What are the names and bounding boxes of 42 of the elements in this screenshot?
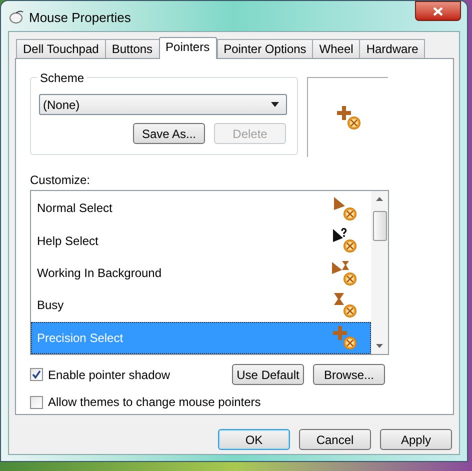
check-icon <box>32 370 41 379</box>
item-label: Help Select <box>37 232 98 250</box>
dropdown-value: (None) <box>43 96 80 114</box>
button[interactable]: Save As... <box>133 123 205 144</box>
help-cursor-icon <box>331 228 357 254</box>
tab[interactable]: Dell Touchpad <box>16 39 106 58</box>
tab[interactable]: Pointers <box>158 37 217 59</box>
arrow-hourglass-cursor-icon <box>331 260 357 286</box>
crosshair-cursor-icon <box>331 325 357 350</box>
list-item[interactable]: Help Select <box>31 224 371 257</box>
scroll-up-icon <box>376 197 383 201</box>
scroll-down-icon <box>376 344 383 348</box>
checkbox[interactable]: Allow themes to change mouse pointers <box>30 393 439 411</box>
tab[interactable]: Pointer Options <box>216 39 314 58</box>
item-label: Normal Select <box>37 200 112 218</box>
dropdown-arrow-icon <box>271 102 279 107</box>
button[interactable]: OK <box>218 429 290 450</box>
checkbox[interactable]: Enable pointer shadow <box>30 366 232 384</box>
button[interactable]: Cancel <box>299 429 371 450</box>
item-label: Working In Background <box>37 265 162 282</box>
window-title: Mouse Properties <box>29 9 131 27</box>
scrollbar[interactable] <box>371 191 388 354</box>
scroll-thumb[interactable] <box>372 211 386 241</box>
list-item[interactable]: Normal Select <box>31 192 371 224</box>
scheme-dropdown[interactable]: (None) <box>39 94 287 115</box>
list-item[interactable]: Busy <box>31 289 371 322</box>
mouse-icon <box>8 10 24 24</box>
tab[interactable]: Wheel <box>312 39 360 58</box>
button[interactable]: Use Default <box>232 364 304 385</box>
section-label: Customize: <box>30 173 92 187</box>
list-item[interactable]: Working In Background <box>31 256 371 290</box>
hourglass-cursor-icon <box>331 292 357 318</box>
tab[interactable]: Hardware <box>359 39 426 58</box>
button[interactable]: Browse... <box>313 364 385 385</box>
button[interactable]: Apply <box>380 429 452 450</box>
item-label: Precision Select <box>37 330 124 347</box>
close-icon <box>433 6 443 16</box>
tab[interactable]: Buttons <box>104 39 160 58</box>
arrow-cursor-icon <box>331 196 357 221</box>
close-button[interactable] <box>415 1 461 21</box>
crosshair-cursor-icon <box>335 105 361 130</box>
item-label: Busy <box>37 297 64 314</box>
